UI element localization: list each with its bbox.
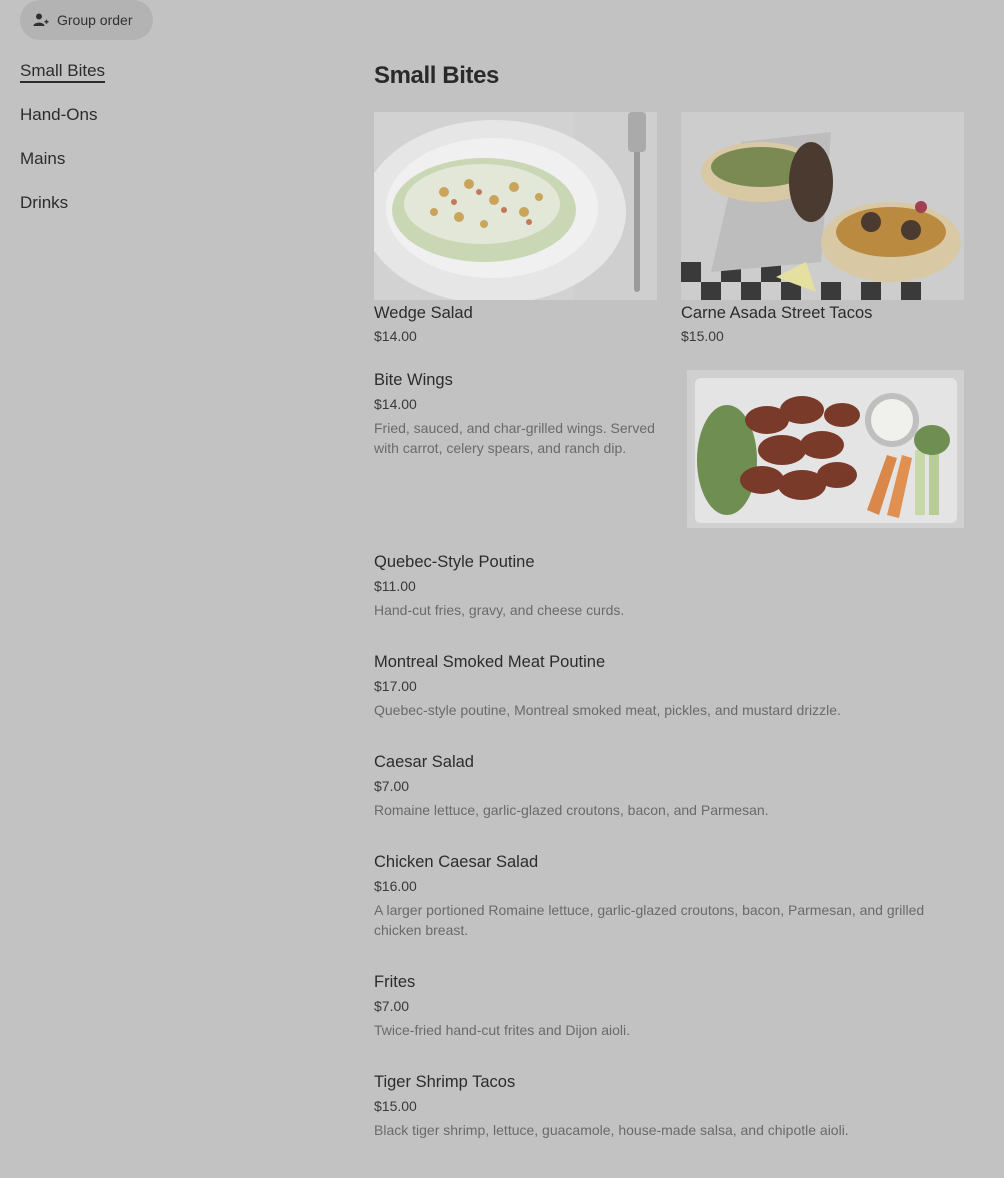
menu-item-card[interactable]: Carne Asada Street Tacos $15.00 <box>681 112 964 345</box>
item-description: A larger portioned Romaine lettuce, garl… <box>374 902 925 938</box>
item-description: Quebec-style poutine, Montreal smoked me… <box>374 702 841 718</box>
item-price: $7.00 <box>374 998 410 1014</box>
nav-item-small-bites[interactable]: Small Bites <box>20 60 220 83</box>
item-name: Carne Asada Street Tacos <box>681 304 873 322</box>
item-price: $7.00 <box>374 778 410 794</box>
item-name: Chicken Caesar Salad <box>374 853 539 871</box>
wedge-salad-image <box>374 112 657 300</box>
group-order-label: Group order <box>57 12 133 28</box>
item-description: Twice-fried hand-cut frites and Dijon ai… <box>374 1022 631 1038</box>
menu-item-row[interactable]: Montreal Smoked Meat Poutine $17.00 Queb… <box>374 652 964 720</box>
carne-asada-tacos-image <box>681 112 964 300</box>
item-price: $16.00 <box>374 878 417 894</box>
item-description: Hand-cut fries, gravy, and cheese curds. <box>374 602 625 618</box>
menu-item-row[interactable]: Caesar Salad $7.00 Romaine lettuce, garl… <box>374 752 964 820</box>
menu-item-row[interactable]: Tiger Shrimp Tacos $15.00 Black tiger sh… <box>374 1072 964 1140</box>
item-name: Tiger Shrimp Tacos <box>374 1073 516 1091</box>
item-price: $11.00 <box>374 578 416 594</box>
category-nav: Small Bites Hand-Ons Mains Drinks <box>20 60 220 236</box>
item-name: Montreal Smoked Meat Poutine <box>374 653 606 671</box>
nav-item-hand-ons[interactable]: Hand-Ons <box>20 104 220 126</box>
menu-item-row[interactable]: Bite Wings $14.00 Fried, sauced, and cha… <box>374 370 664 458</box>
nav-item-drinks[interactable]: Drinks <box>20 192 220 214</box>
bite-wings-image[interactable] <box>687 370 964 528</box>
item-price: $17.00 <box>374 678 417 694</box>
person-plus-icon <box>33 13 49 26</box>
item-name: Quebec-Style Poutine <box>374 553 535 571</box>
menu-item-row[interactable]: Chicken Caesar Salad $16.00 A larger por… <box>374 852 964 940</box>
item-name: Bite Wings <box>374 371 453 389</box>
nav-item-mains[interactable]: Mains <box>20 148 220 170</box>
item-name: Caesar Salad <box>374 753 474 771</box>
item-name: Frites <box>374 973 416 991</box>
item-description: Fried, sauced, and char-grilled wings. S… <box>374 420 655 456</box>
item-price: $15.00 <box>374 1098 417 1114</box>
item-price: $14.00 <box>374 396 417 412</box>
menu-item-row[interactable]: Quebec-Style Poutine $11.00 Hand-cut fri… <box>374 552 964 620</box>
item-name: Wedge Salad <box>374 304 473 322</box>
item-description: Romaine lettuce, garlic-glazed croutons,… <box>374 802 769 818</box>
item-price: $14.00 <box>374 328 417 344</box>
menu-item-row[interactable]: Frites $7.00 Twice-fried hand-cut frites… <box>374 972 964 1040</box>
menu-item-card[interactable]: Wedge Salad $14.00 <box>374 112 657 345</box>
section-title: Small Bites <box>374 62 499 89</box>
item-price: $15.00 <box>681 328 724 344</box>
item-description: Black tiger shrimp, lettuce, guacamole, … <box>374 1122 849 1138</box>
group-order-button[interactable]: Group order <box>20 0 153 40</box>
